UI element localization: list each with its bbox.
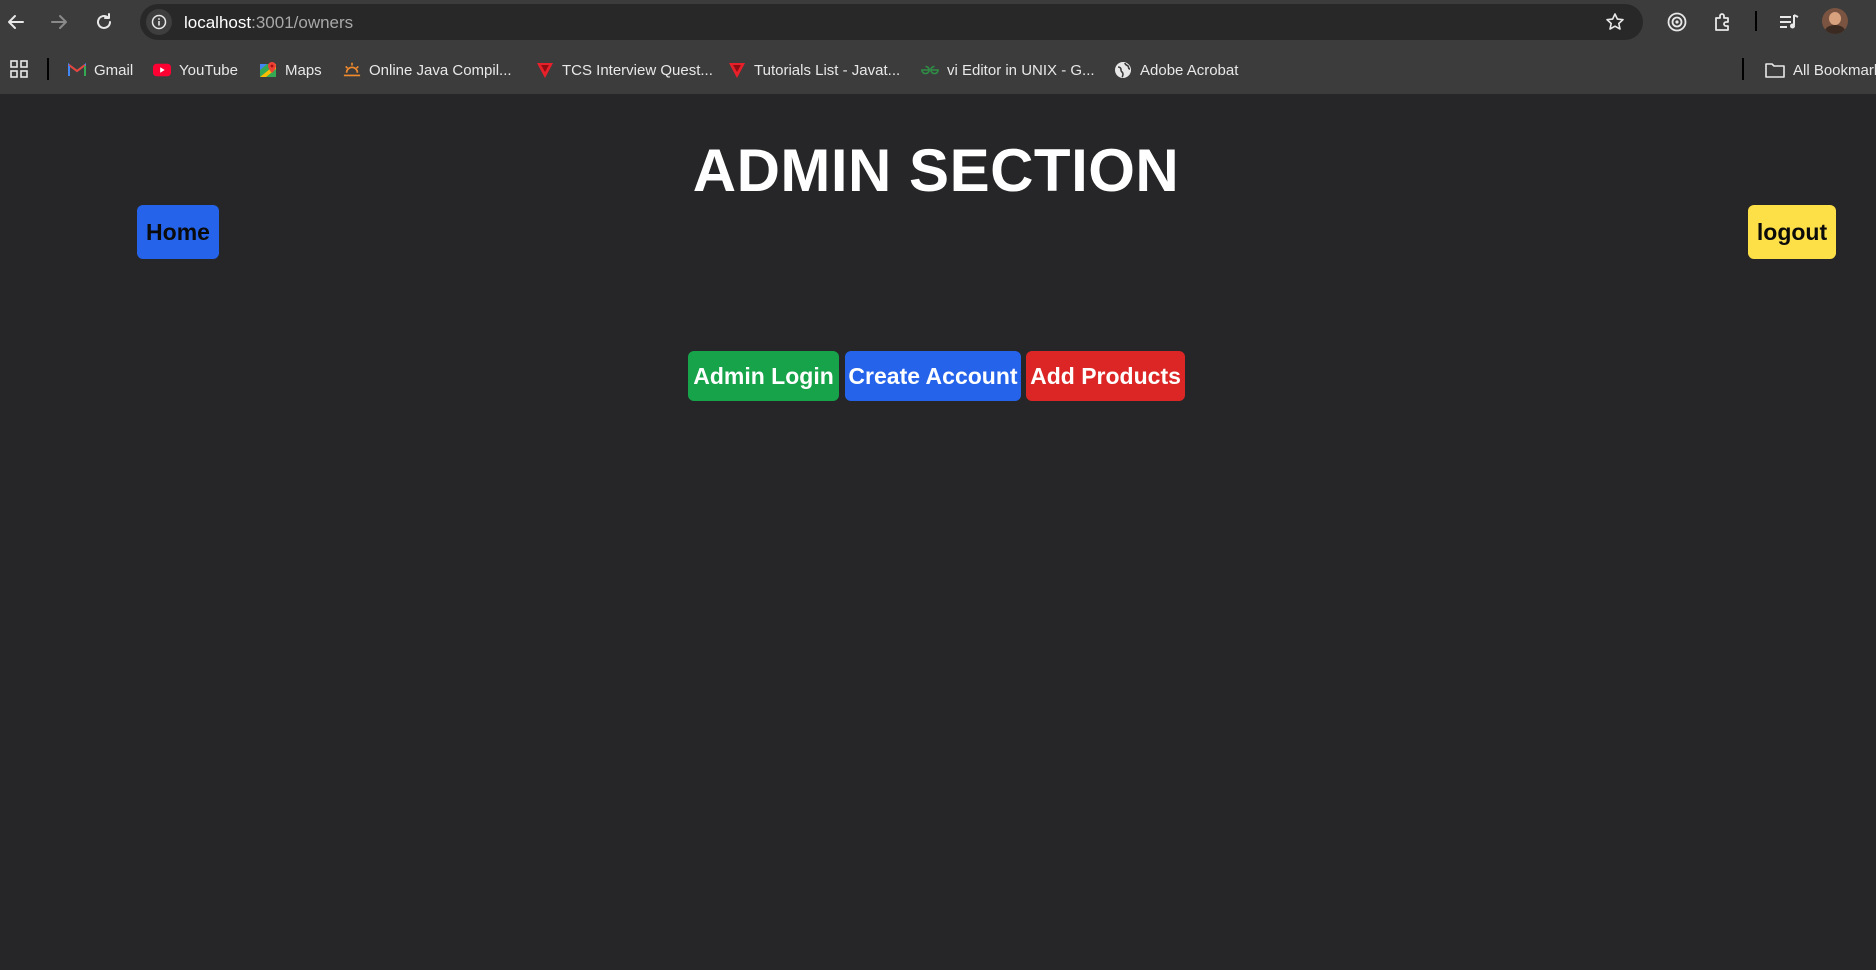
geeksforgeeks-icon — [921, 61, 939, 79]
url-path: :3001/owners — [251, 13, 354, 32]
bookmark-gmail[interactable]: Gmail — [68, 59, 133, 81]
page-title: ADMIN SECTION — [692, 137, 1180, 204]
page-content: ADMIN SECTION Home logout Admin Login Cr… — [0, 94, 1876, 970]
browser-toolbar: localhost:3001/owners — [0, 0, 1876, 44]
bookmark-label: Maps — [285, 61, 322, 79]
all-bookmarks[interactable]: All Bookmarks — [1765, 59, 1876, 81]
folder-icon — [1765, 61, 1785, 79]
bookmark-label: vi Editor in UNIX - G... — [947, 61, 1095, 79]
reload-icon — [97, 13, 111, 29]
forward-button[interactable] — [43, 6, 75, 38]
bookmark-youtube[interactable]: YouTube — [153, 59, 238, 81]
apps-grid-icon[interactable] — [10, 60, 28, 83]
globe-icon — [1114, 61, 1132, 79]
home-button[interactable]: Home — [137, 205, 219, 259]
back-button[interactable] — [0, 6, 32, 38]
profile-avatar[interactable] — [1822, 8, 1848, 34]
javatpoint-icon — [536, 61, 554, 79]
arrow-left-icon — [8, 15, 24, 29]
lens-icon[interactable] — [1664, 9, 1690, 35]
bookmark-maps[interactable]: Maps — [259, 59, 322, 81]
extensions-icon[interactable] — [1710, 9, 1736, 35]
bookmark-label: Online Java Compil... — [369, 61, 512, 79]
bookmark-label: Gmail — [94, 61, 134, 79]
bookmarks-bar: Gmail YouTube Maps Online Java Compil...… — [0, 44, 1876, 94]
url-text[interactable]: localhost:3001/owners — [184, 13, 353, 33]
add-products-button[interactable]: Add Products — [1026, 351, 1185, 401]
sun-icon — [343, 61, 361, 79]
bookmark-star-icon[interactable] — [1605, 12, 1625, 37]
logout-button[interactable]: logout — [1748, 205, 1836, 259]
bookmark-label: YouTube — [179, 61, 238, 79]
bookmark-vi-editor[interactable]: vi Editor in UNIX - G... — [921, 59, 1095, 81]
bookmark-label: Adobe Acrobat — [1140, 61, 1239, 79]
bookmarks-separator — [1742, 58, 1744, 80]
javatpoint-icon — [728, 61, 746, 79]
bookmark-tutorials-list[interactable]: Tutorials List - Javat... — [728, 59, 900, 81]
toolbar-separator — [1755, 11, 1757, 31]
gmail-icon — [68, 61, 86, 79]
bookmark-online-java-compiler[interactable]: Online Java Compil... — [343, 59, 512, 81]
youtube-icon — [153, 61, 171, 79]
all-bookmarks-label: All Bookmarks — [1793, 61, 1876, 79]
site-info-icon[interactable] — [146, 9, 172, 35]
bookmark-tcs-interview[interactable]: TCS Interview Quest... — [536, 59, 713, 81]
bookmark-label: TCS Interview Quest... — [562, 61, 713, 79]
reload-button[interactable] — [88, 6, 120, 38]
address-bar[interactable]: localhost:3001/owners — [140, 4, 1643, 40]
admin-login-button[interactable]: Admin Login — [688, 351, 839, 401]
arrow-right-icon — [51, 15, 67, 29]
media-controls-icon[interactable] — [1776, 9, 1802, 35]
maps-icon — [259, 61, 277, 79]
create-account-button[interactable]: Create Account — [845, 351, 1021, 401]
bookmark-label: Tutorials List - Javat... — [754, 61, 901, 79]
url-host: localhost — [184, 13, 252, 32]
bookmarks-separator — [47, 58, 49, 80]
bookmark-adobe-acrobat[interactable]: Adobe Acrobat — [1114, 59, 1238, 81]
